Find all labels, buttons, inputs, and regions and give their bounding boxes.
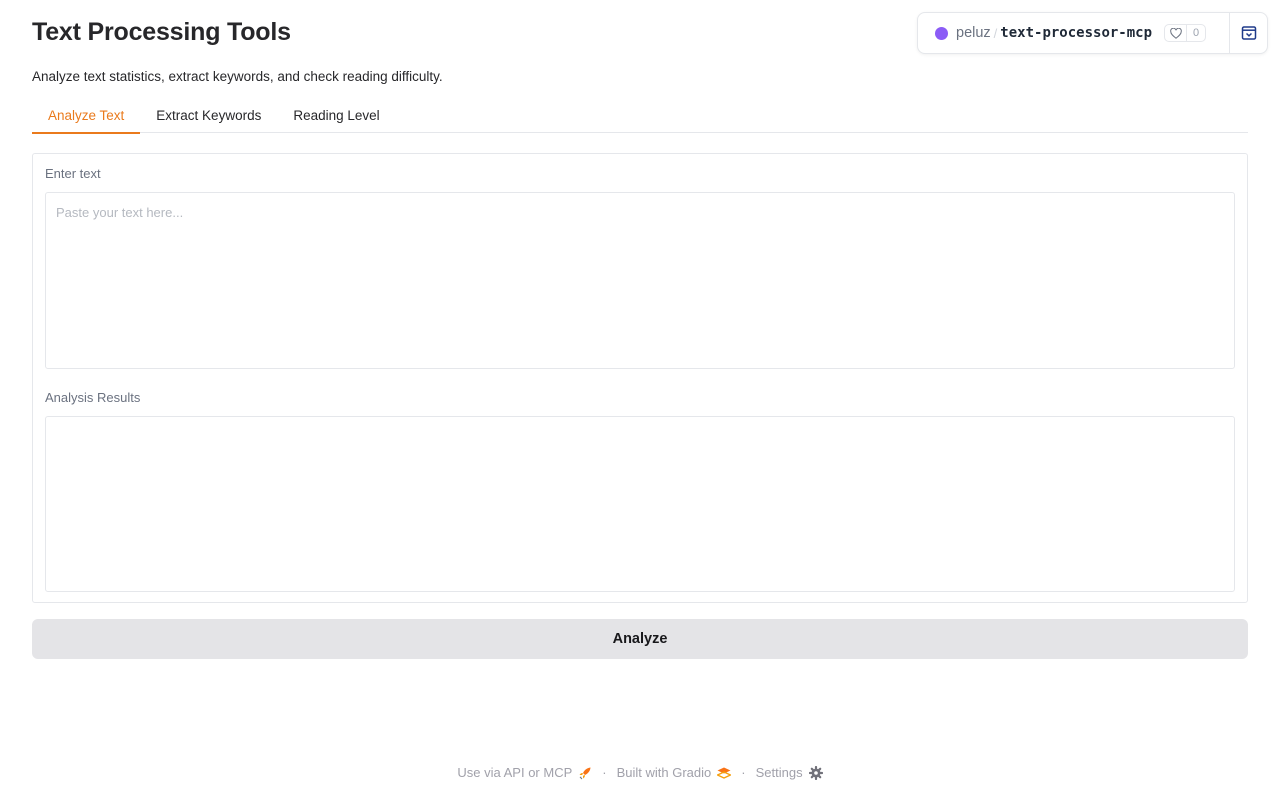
rocket-icon [579,767,591,779]
output-label: Analysis Results [45,390,141,405]
api-link[interactable]: Use via API or MCP [457,765,592,780]
embed-button[interactable] [1230,13,1267,53]
like-button[interactable]: 0 [1164,24,1207,42]
footer: Use via API or MCP · Built with Gradio ·… [0,765,1280,780]
analyze-panel: Enter text Analysis Results [32,153,1248,603]
text-input[interactable] [45,192,1235,369]
analyze-button[interactable]: Analyze [32,619,1248,659]
page-description: Analyze text statistics, extract keyword… [32,69,443,84]
gradio-link-label: Built with Gradio [616,765,712,780]
heart-icon [1165,25,1188,41]
space-badge: peluz / text-processor-mcp 0 [917,12,1268,54]
api-link-label: Use via API or MCP [457,765,573,780]
tab-analyze-text[interactable]: Analyze Text [32,100,141,134]
gear-icon [808,765,823,780]
page-title: Text Processing Tools [32,18,291,46]
space-slash: / [993,25,998,41]
tab-reading-level[interactable]: Reading Level [277,100,395,133]
gradio-link[interactable]: Built with Gradio [617,765,732,780]
space-avatar-dot [935,26,948,40]
tab-bar: Analyze Text Extract Keywords Reading Le… [32,100,1248,134]
settings-link[interactable]: Settings [756,765,823,780]
input-label: Enter text [45,166,101,181]
embed-icon [1241,26,1256,40]
footer-dot: · [602,765,607,780]
space-owner[interactable]: peluz [956,25,991,41]
settings-link-label: Settings [755,765,803,780]
footer-dot: · [741,765,746,780]
space-repo[interactable]: text-processor-mcp [1000,25,1152,41]
space-link[interactable]: peluz / text-processor-mcp 0 [918,13,1217,53]
analysis-results-output[interactable] [45,416,1235,592]
like-count: 0 [1193,27,1200,39]
tab-extract-keywords[interactable]: Extract Keywords [140,100,277,133]
gradio-logo-icon [717,767,732,779]
